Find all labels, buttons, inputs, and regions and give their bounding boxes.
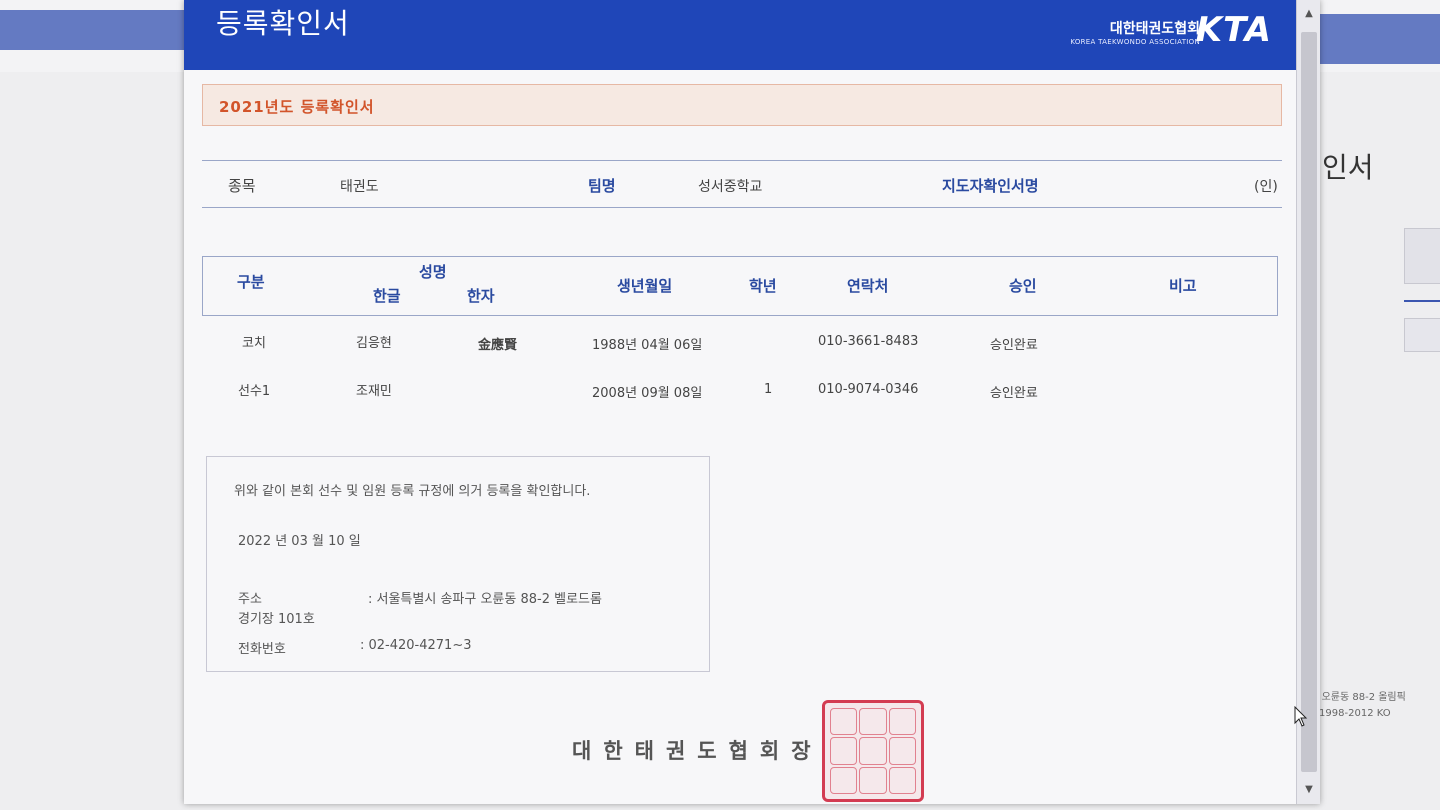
address-value-continued: 경기장 101호 — [238, 612, 315, 627]
kta-logo-icon: KTA — [1195, 10, 1272, 50]
year-banner: 2021년도 등록확인서 — [202, 84, 1282, 126]
header-contact: 연락처 — [847, 277, 889, 295]
row-category: 코치 — [242, 336, 266, 351]
certificate-content: 2021년도 등록확인서 종목 태권도 팀명 성서중학교 지도자확인서명 (인)… — [202, 78, 1282, 802]
row-contact: 010-9074-0346 — [818, 382, 919, 397]
row-name-korean: 조재민 — [356, 384, 392, 399]
phone-label: 전화번호 — [238, 642, 286, 657]
background-button[interactable] — [1404, 318, 1440, 352]
address-label: 주소 — [238, 592, 262, 607]
popup-title: 등록확인서 — [216, 7, 350, 40]
header-grade: 학년 — [749, 277, 777, 295]
footer-address: 편구 오륜동 88-2 올림픽 — [1300, 692, 1406, 703]
background-nav-band — [0, 10, 190, 50]
background-nav-band-right — [1320, 14, 1440, 64]
seal-mark: (인) — [1254, 179, 1278, 195]
header-name: 성명 — [419, 263, 447, 281]
header-approval: 승인 — [1009, 277, 1037, 295]
table-header: 구분 성명 한글 한자 생년월일 학년 연락처 승인 비고 — [202, 256, 1278, 316]
popup-header: 등록확인서 대한태권도협회 KOREA TAEKWONDO ASSOCIATIO… — [184, 0, 1296, 70]
scroll-up-arrow-icon[interactable]: ▲ — [1297, 0, 1320, 28]
row-category: 선수1 — [238, 384, 271, 399]
scroll-thumb[interactable] — [1301, 32, 1317, 772]
kta-logo-korean: 대한태권도협회 — [1109, 21, 1200, 37]
header-hanja: 한자 — [467, 287, 495, 305]
header-remarks: 비고 — [1169, 277, 1197, 295]
team-value: 성서중학교 — [698, 179, 763, 195]
footer-copyright: IT©1998-2012 KO — [1300, 708, 1391, 719]
row-birth: 2008년 09월 08일 — [592, 386, 703, 401]
row-approval: 승인완료 — [990, 338, 1038, 353]
header-category: 구분 — [237, 273, 265, 291]
row-grade: 1 — [764, 382, 773, 397]
confirmation-notice: 위와 같이 본회 선수 및 임원 등록 규정에 의거 등록을 확인합니다. — [234, 484, 591, 499]
kta-logo-english: KOREA TAEKWONDO ASSOCIATION — [1070, 38, 1200, 46]
team-info-row: 종목 태권도 팀명 성서중학교 지도자확인서명 (인) — [202, 160, 1282, 208]
event-value: 태권도 — [340, 179, 379, 195]
association-president: 대한태권도협회장 — [572, 739, 823, 763]
registration-popup: 등록확인서 대한태권도협회 KOREA TAEKWONDO ASSOCIATIO… — [184, 0, 1320, 804]
background-divider — [1404, 300, 1440, 302]
header-birth: 생년월일 — [617, 277, 673, 295]
header-korean: 한글 — [373, 287, 401, 305]
event-label: 종목 — [228, 177, 256, 195]
row-name-hanja: 金應賢 — [478, 338, 518, 353]
row-birth: 1988년 04월 06일 — [592, 338, 703, 353]
background-footer: 편구 오륜동 88-2 올림픽 IT©1998-2012 KO — [1300, 690, 1440, 722]
team-label: 팀명 — [588, 177, 616, 195]
issue-date: 2022 년 03 월 10 일 — [238, 534, 361, 549]
phone-value: : 02-420-4271~3 — [360, 638, 472, 653]
instructor-signature-label: 지도자확인서명 — [942, 177, 1039, 195]
address-value: : 서울특별시 송파구 오륜동 88-2 벨로드롬 — [368, 592, 602, 607]
background-input[interactable] — [1404, 228, 1440, 284]
scroll-down-arrow-icon[interactable]: ▼ — [1297, 776, 1320, 804]
official-seal-icon — [822, 700, 924, 802]
row-approval: 승인완료 — [990, 386, 1038, 401]
popup-scrollbar[interactable]: ▲ ▼ — [1296, 0, 1320, 804]
row-name-korean: 김응현 — [356, 336, 392, 351]
row-contact: 010-3661-8483 — [818, 334, 919, 349]
year-banner-text: 2021년도 등록확인서 — [219, 98, 375, 116]
mouse-cursor-icon — [1294, 706, 1308, 727]
background-page-title: 인서 — [1322, 151, 1374, 184]
